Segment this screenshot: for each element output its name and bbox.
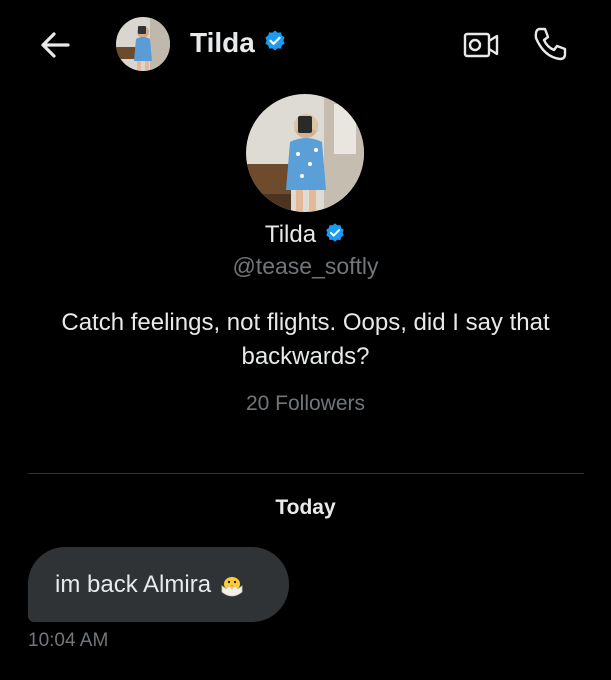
phone-icon	[534, 27, 567, 61]
header-title: Tilda	[190, 27, 287, 59]
profile-avatar[interactable]	[246, 94, 364, 212]
avatar-image	[116, 17, 170, 71]
profile-name-row: Tilda	[0, 221, 611, 249]
video-call-button[interactable]	[462, 26, 500, 64]
profile-handle[interactable]: @tease_softly	[0, 253, 611, 280]
arrow-left-icon	[41, 32, 70, 58]
verified-badge-icon	[263, 29, 287, 58]
message-timestamp: 10:04 AM	[28, 630, 109, 651]
profile-photo	[246, 94, 364, 212]
followers-count[interactable]: 20 Followers	[0, 392, 611, 416]
conversation-header: Tilda	[0, 0, 611, 90]
profile-name: Tilda	[264, 221, 317, 248]
message-text: im back Almira	[55, 570, 212, 598]
header-name: Tilda	[190, 27, 255, 58]
back-button[interactable]	[36, 26, 74, 64]
profile-bio: Catch feelings, not flights. Oops, did I…	[61, 309, 550, 370]
hatching-chick-icon	[219, 572, 245, 598]
divider	[28, 473, 584, 474]
header-avatar[interactable]	[116, 17, 170, 71]
voice-call-button[interactable]	[530, 24, 570, 64]
message-bubble[interactable]: im back Almira	[28, 547, 289, 622]
verified-badge-icon	[324, 222, 346, 249]
video-camera-icon	[463, 32, 499, 58]
date-separator: Today	[275, 496, 336, 519]
